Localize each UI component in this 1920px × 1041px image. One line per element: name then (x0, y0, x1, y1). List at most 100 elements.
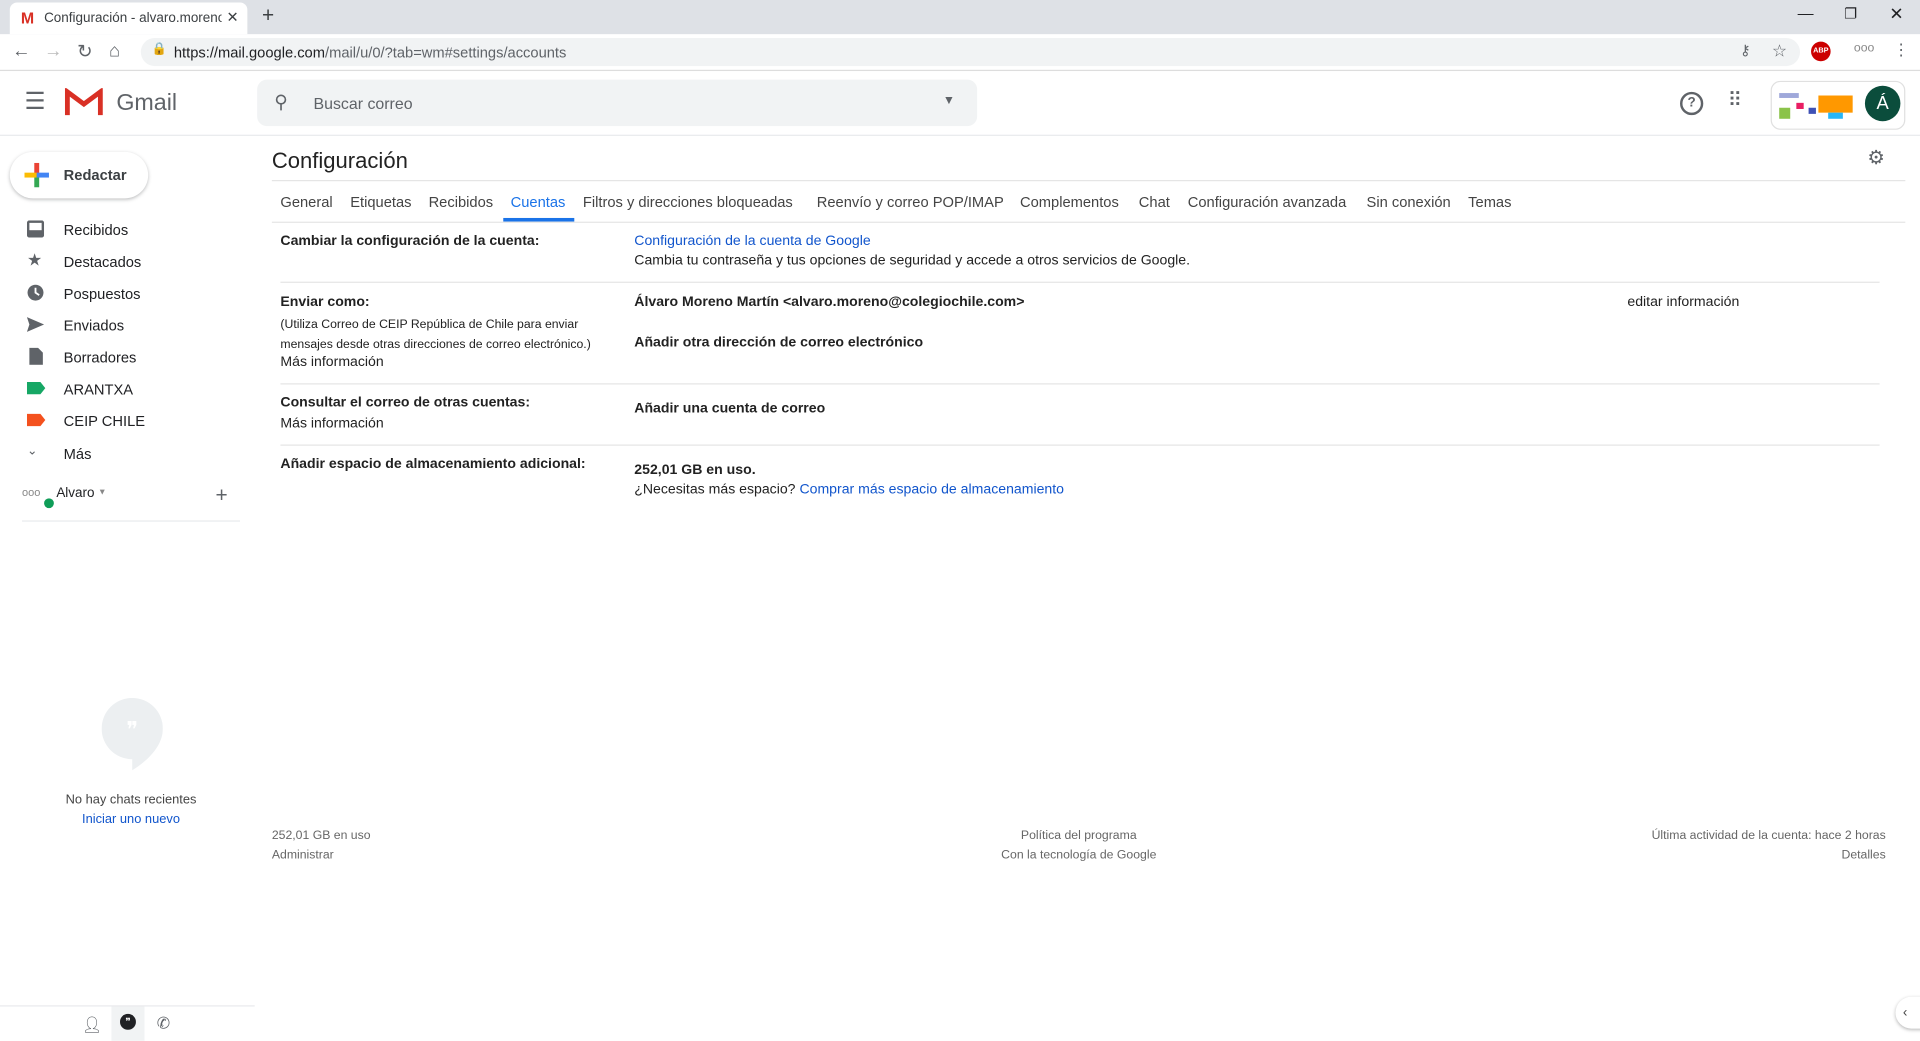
add-email-address-link[interactable]: Añadir otra dirección de correo electrón… (634, 336, 923, 351)
hangouts-bubble-icon: ❞ (101, 697, 163, 771)
check-mail-more-info-link[interactable]: Más información (280, 416, 383, 431)
search-options-caret-icon[interactable]: ▼ (943, 94, 955, 107)
gmail-header: ☰ Gmail ⚲ Buscar correo ▼ ? ⠿ Á (0, 71, 1920, 136)
start-new-chat-link[interactable]: Iniciar uno nuevo (0, 812, 262, 827)
apps-grid-icon[interactable]: ⠿ (1728, 88, 1742, 112)
powered-by-google: Con la tecnología de Google (1001, 848, 1157, 863)
side-panel-toggle-icon[interactable]: ‹ (1895, 996, 1920, 1029)
reload-icon[interactable]: ↻ (77, 40, 92, 63)
search-input[interactable]: Buscar correo (313, 94, 412, 112)
sidebar-item-borradores[interactable]: Borradores (0, 343, 255, 372)
add-mail-account-link[interactable]: Añadir una cuenta de correo (634, 402, 825, 417)
gmail-logo[interactable] (64, 86, 103, 116)
browser-menu-icon[interactable]: ⋮ (1893, 40, 1909, 60)
activity-details-link[interactable]: Detalles (1518, 849, 1885, 862)
online-status-icon (44, 498, 54, 509)
browser-tab[interactable]: M Configuración - alvaro.moreno@ ✕ (9, 2, 248, 35)
bookmark-star-icon[interactable]: ☆ (1772, 40, 1787, 61)
close-tab-icon[interactable]: ✕ (227, 9, 239, 26)
back-icon[interactable]: ← (12, 40, 30, 61)
gmail-wordmark: Gmail (116, 90, 178, 117)
star-icon: ★ (26, 249, 43, 270)
user-avatar-icon: ooo (22, 486, 41, 499)
tab-sin-conexion[interactable]: Sin conexión (1367, 193, 1451, 210)
hangouts-icon: ❞ (120, 1013, 136, 1030)
tab-general[interactable]: General (280, 193, 332, 210)
compose-label: Redactar (63, 166, 127, 184)
status-caret-icon[interactable]: ▼ (98, 489, 106, 498)
send-as-identity: Álvaro Moreno Martín <alvaro.moreno@cole… (634, 295, 1025, 310)
sidebar-item-destacados[interactable]: ★ Destacados (0, 247, 255, 276)
tab-chat[interactable]: Chat (1139, 193, 1170, 210)
label-icon (26, 411, 46, 428)
check-mail-label: Consultar el correo de otras cuentas: (280, 395, 531, 411)
account-switcher[interactable]: Á (1770, 80, 1906, 130)
search-box[interactable]: ⚲ Buscar correo ▼ (257, 79, 978, 127)
compose-button[interactable]: Redactar (9, 151, 149, 199)
new-chat-plus-icon[interactable]: + (216, 484, 228, 508)
lock-icon: 🔒 (151, 42, 168, 57)
home-icon[interactable]: ⌂ (109, 40, 120, 61)
buy-storage-link[interactable]: Comprar más espacio de almacenamiento (799, 482, 1064, 497)
send-as-label: Enviar como: (280, 295, 370, 310)
key-icon[interactable]: ⚷ (1740, 42, 1751, 59)
forward-icon[interactable]: → (44, 40, 62, 61)
hangouts-tab[interactable]: ❞ (111, 1006, 145, 1041)
draft-icon (27, 347, 44, 365)
program-policy-link[interactable]: Política del programa (956, 829, 1201, 842)
browser-tab-strip: M Configuración - alvaro.moreno@ ✕ + — ❐… (0, 0, 1920, 35)
avatar[interactable]: Á (1864, 85, 1901, 122)
tab-etiquetas[interactable]: Etiquetas (350, 193, 411, 210)
tab-temas[interactable]: Temas (1468, 193, 1511, 210)
tab-cuentas[interactable]: Cuentas (511, 193, 566, 210)
tab-complementos[interactable]: Complementos (1020, 193, 1119, 210)
sidebar-item-arantxa[interactable]: ARANTXA (0, 375, 255, 404)
sidebar: Redactar Recibidos ★ Destacados Pospuesto… (0, 136, 255, 1041)
main-menu-icon[interactable]: ☰ (24, 88, 45, 116)
storage-question: ¿Necesitas más espacio? (634, 482, 796, 498)
page-title: Configuración (271, 148, 408, 173)
gmail-favicon: M (20, 8, 35, 27)
tab-configuracion-avanzada[interactable]: Configuración avanzada (1188, 193, 1346, 210)
tab-filtros[interactable]: Filtros y direcciones bloqueadas (583, 193, 793, 210)
footer-storage-usage: 252,01 GB en uso (271, 828, 371, 843)
olympic-extension-icon[interactable]: ooo (1854, 42, 1874, 55)
send-as-more-info-link[interactable]: Más información (280, 355, 383, 370)
hangouts-username: Alvaro (56, 486, 95, 501)
manage-storage-link[interactable]: Administrar (272, 849, 334, 862)
sidebar-item-recibidos[interactable]: Recibidos (0, 216, 255, 245)
account-settings-label: Cambiar la configuración de la cuenta: (280, 233, 540, 249)
close-window-icon[interactable]: ✕ (1889, 4, 1903, 25)
tab-recibidos[interactable]: Recibidos (429, 193, 494, 210)
hangouts-user[interactable]: ooo Alvaro ▼ + (22, 484, 241, 522)
url-host: https://mail.google.com (173, 44, 325, 62)
sidebar-item-pospuestos[interactable]: Pospuestos (0, 279, 255, 308)
restore-icon[interactable]: ❐ (1844, 5, 1857, 22)
search-icon[interactable]: ⚲ (274, 91, 287, 113)
chevron-down-icon: ⌄ (26, 444, 38, 458)
svg-text:❞: ❞ (126, 718, 138, 743)
organization-logo (1779, 91, 1860, 120)
new-tab-icon[interactable]: + (262, 4, 274, 28)
clock-icon (27, 284, 44, 301)
account-settings-desc: Cambia tu contraseña y tus opciones de s… (634, 253, 1191, 269)
storage-label: Añadir espacio de almacenamiento adicion… (280, 456, 586, 472)
help-icon[interactable]: ? (1680, 91, 1704, 116)
last-activity: Última actividad de la cuenta: hace 2 ho… (1651, 828, 1886, 843)
google-account-link[interactable]: Configuración de la cuenta de Google (634, 234, 870, 249)
contacts-icon[interactable]: 👤︎ (82, 1015, 102, 1035)
inbox-icon (26, 220, 45, 238)
minimize-icon[interactable]: — (1798, 4, 1814, 22)
url-field[interactable]: 🔒 https://mail.google.com/mail/u/0/?tab=… (140, 37, 1801, 67)
tab-title: Configuración - alvaro.moreno@ (44, 11, 222, 26)
adblock-icon[interactable]: ABP (1811, 41, 1831, 62)
tab-reenvio[interactable]: Reenvío y correo POP/IMAP (817, 193, 1004, 210)
phone-icon[interactable]: ✆ (157, 1014, 170, 1034)
settings-gear-icon[interactable]: ⚙ (1867, 146, 1885, 170)
sidebar-item-enviados[interactable]: Enviados (0, 311, 255, 340)
sidebar-item-ceip-chile[interactable]: CEIP CHILE (0, 407, 255, 436)
address-bar-row: ← → ↻ ⌂ 🔒 https://mail.google.com/mail/u… (0, 34, 1920, 72)
sidebar-item-mas[interactable]: ⌄ Más (0, 440, 255, 469)
send-icon (26, 316, 45, 333)
edit-info-link[interactable]: editar información (1627, 295, 1739, 310)
